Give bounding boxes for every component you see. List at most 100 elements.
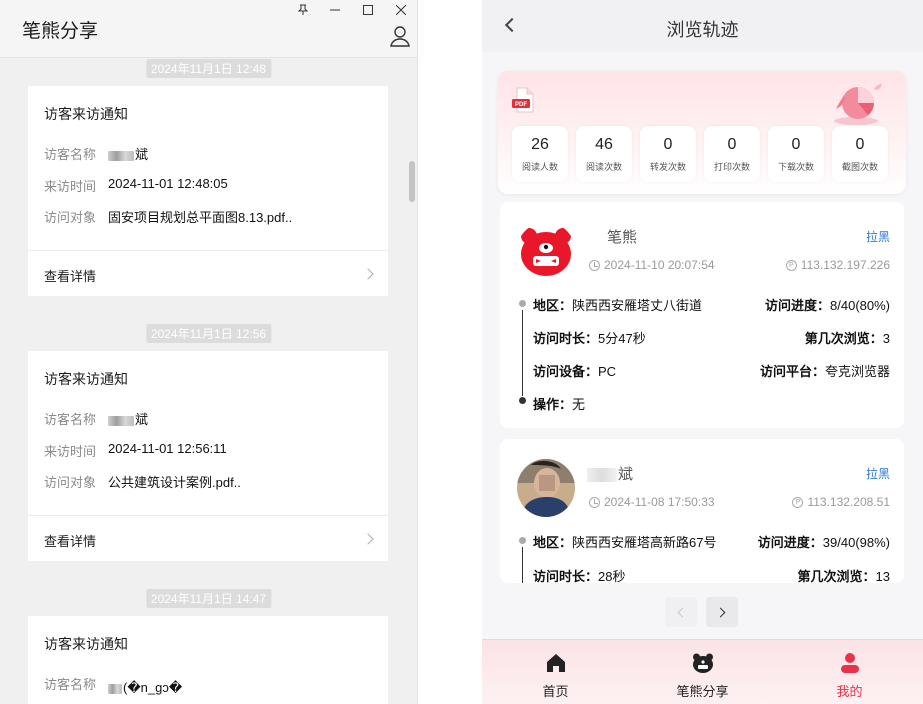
tab-bear-share[interactable]: 笔熊分享 xyxy=(629,640,776,704)
prev-page-button[interactable] xyxy=(665,597,697,627)
stat-label: 打印次数 xyxy=(713,162,750,172)
view-details-link[interactable]: 查看详情 xyxy=(44,531,96,550)
visitor-name: 笔熊 xyxy=(607,229,638,246)
action-label: 操作： xyxy=(533,397,573,412)
chevron-left-icon xyxy=(677,607,688,617)
stat-label: 下载次数 xyxy=(777,162,814,172)
notice-title: 访客来访通知 xyxy=(44,636,128,652)
region-label: 地区： xyxy=(533,535,573,550)
visitor-name-value: (�n_gↄ� xyxy=(123,680,183,695)
left-header: 笔熊分享 xyxy=(0,0,417,58)
progress-label: 访问进度： xyxy=(765,298,831,313)
tab-mine[interactable]: 我的 xyxy=(776,640,923,704)
region-label: 地区： xyxy=(533,298,573,313)
chevron-right-icon[interactable] xyxy=(362,268,374,280)
visit-object-value: 固安项目规划总平面图8.13.pdf.. xyxy=(108,210,293,225)
visit-ip: P 113.132.208.51 xyxy=(792,495,890,509)
browse-trail-pane: 浏览轨迹 PDF 26 阅读人数 46 阅读次数 0 转发次数 0 打印次数 0… xyxy=(482,0,923,704)
stat-screenshot-count: 0 截图次数 xyxy=(832,126,888,182)
view-details-link[interactable]: 查看详情 xyxy=(44,266,96,285)
visit-object-row: 访问对象 固安项目规划总平面图8.13.pdf.. xyxy=(44,207,292,226)
tab-label: 首页 xyxy=(542,684,569,699)
visitor-name-value: 斌 xyxy=(135,412,149,427)
stat-value: 46 xyxy=(595,136,613,153)
bear-logo-avatar xyxy=(517,222,575,280)
visitor-notice-card: 访客来访通知 访客名称 斌 来访时间 2024-11-01 12:48:05 访… xyxy=(28,86,388,296)
visit-object-row: 访问对象 公共建筑设计案例.pdf.. xyxy=(44,472,241,491)
close-icon[interactable] xyxy=(390,2,412,18)
clock-icon xyxy=(589,496,600,508)
region-value: 陕西西安雁塔丈八街道 xyxy=(572,298,703,313)
redacted-name xyxy=(587,468,617,483)
visitor-name-row: 访客名称 (�n_gↄ� xyxy=(44,674,182,696)
visit-time-label: 来访时间 xyxy=(44,179,97,194)
timeline-line xyxy=(522,547,523,583)
region-row: 地区：陕西西安雁塔丈八街道 xyxy=(533,295,702,314)
visit-object-label: 访问对象 xyxy=(44,475,97,490)
screen: 笔熊分享 2024年11月1日 12:48 访客来访通知 访客名称 斌 来访时间… xyxy=(0,0,923,704)
maximize-icon[interactable] xyxy=(357,2,379,18)
chevron-right-icon[interactable] xyxy=(362,533,374,545)
timeline-dot xyxy=(519,300,526,307)
platform-row: 访问平台：夸克浏览器 xyxy=(760,361,890,380)
home-icon xyxy=(545,652,567,674)
visitor-name-row: 访客名称 斌 xyxy=(44,409,148,428)
visit-time-row: 来访时间 2024-11-01 12:56:11 xyxy=(44,441,227,460)
redacted-name xyxy=(108,150,134,161)
blacklist-button[interactable]: 拉黑 xyxy=(866,228,890,245)
stat-forward-count: 0 转发次数 xyxy=(640,126,696,182)
stat-value: 0 xyxy=(855,136,865,153)
pdf-file-icon: PDF xyxy=(512,87,536,113)
notice-timestamp: 2024年11月1日 14:47 xyxy=(145,589,272,608)
nth-visit-label: 第几次浏览： xyxy=(797,569,876,583)
redacted-name xyxy=(108,683,122,694)
pin-icon[interactable] xyxy=(292,2,314,18)
stat-read-count: 46 阅读次数 xyxy=(576,126,632,182)
notice-timestamp: 2024年11月1日 12:48 xyxy=(145,59,272,78)
timeline-line xyxy=(522,310,523,396)
visit-object-label: 访问对象 xyxy=(44,210,97,225)
visitor-name-label: 访客名称 xyxy=(44,412,97,427)
stat-print-count: 0 打印次数 xyxy=(704,126,760,182)
visit-datetime-value: 2024-11-08 17:50:33 xyxy=(604,495,715,509)
duration-label: 访问时长： xyxy=(533,569,599,583)
minimize-icon[interactable] xyxy=(324,2,346,18)
progress-value: 39/40(98%) xyxy=(822,535,890,550)
blacklist-button[interactable]: 拉黑 xyxy=(866,465,890,482)
right-header: 浏览轨迹 xyxy=(482,0,923,52)
tab-home[interactable]: 首页 xyxy=(482,640,629,704)
notification-pane: 笔熊分享 2024年11月1日 12:48 访客来访通知 访客名称 斌 来访时间… xyxy=(0,0,418,704)
visitor-notice-card: 访客来访通知 访客名称 斌 来访时间 2024-11-01 12:56:11 访… xyxy=(28,351,388,561)
user-profile-icon[interactable] xyxy=(389,25,411,47)
stat-value: 0 xyxy=(663,136,673,153)
bottom-tab-bar: 首页 笔熊分享 我的 xyxy=(482,639,923,704)
next-page-button[interactable] xyxy=(706,597,738,627)
visitor-name-row: 访客名称 斌 xyxy=(44,144,148,163)
device-row: 访问设备：PC xyxy=(533,361,616,380)
divider xyxy=(28,250,388,251)
stat-download-count: 0 下载次数 xyxy=(768,126,824,182)
visit-time-label: 来访时间 xyxy=(44,444,97,459)
person-icon xyxy=(839,652,861,674)
device-label: 访问设备： xyxy=(533,364,599,379)
visit-datetime-value: 2024-11-10 20:07:54 xyxy=(604,258,715,272)
nth-visit-row: 第几次浏览：3 xyxy=(805,328,890,347)
redacted-name xyxy=(108,415,134,426)
platform-label: 访问平台： xyxy=(759,364,825,379)
clock-icon xyxy=(589,259,600,271)
visitor-notice-card: 访客来访通知 访客名称 (�n_gↄ� xyxy=(28,616,388,704)
divider xyxy=(28,515,388,516)
nth-visit-value: 3 xyxy=(882,331,890,346)
progress-value: 8/40(80%) xyxy=(830,298,890,313)
duration-value: 28秒 xyxy=(598,569,626,583)
visit-ip-value: 113.132.208.51 xyxy=(807,495,890,509)
stat-label: 转发次数 xyxy=(649,162,686,172)
notice-title: 访客来访通知 xyxy=(44,371,128,387)
visit-datetime: 2024-11-10 20:07:54 xyxy=(589,258,715,272)
stat-read-users: 26 阅读人数 xyxy=(512,126,568,182)
tab-label: 笔熊分享 xyxy=(676,684,729,699)
nth-visit-row: 第几次浏览：13 xyxy=(798,566,890,583)
bear-icon xyxy=(692,652,714,674)
scrollbar-thumb[interactable] xyxy=(409,161,415,202)
svg-text:PDF: PDF xyxy=(515,102,527,108)
